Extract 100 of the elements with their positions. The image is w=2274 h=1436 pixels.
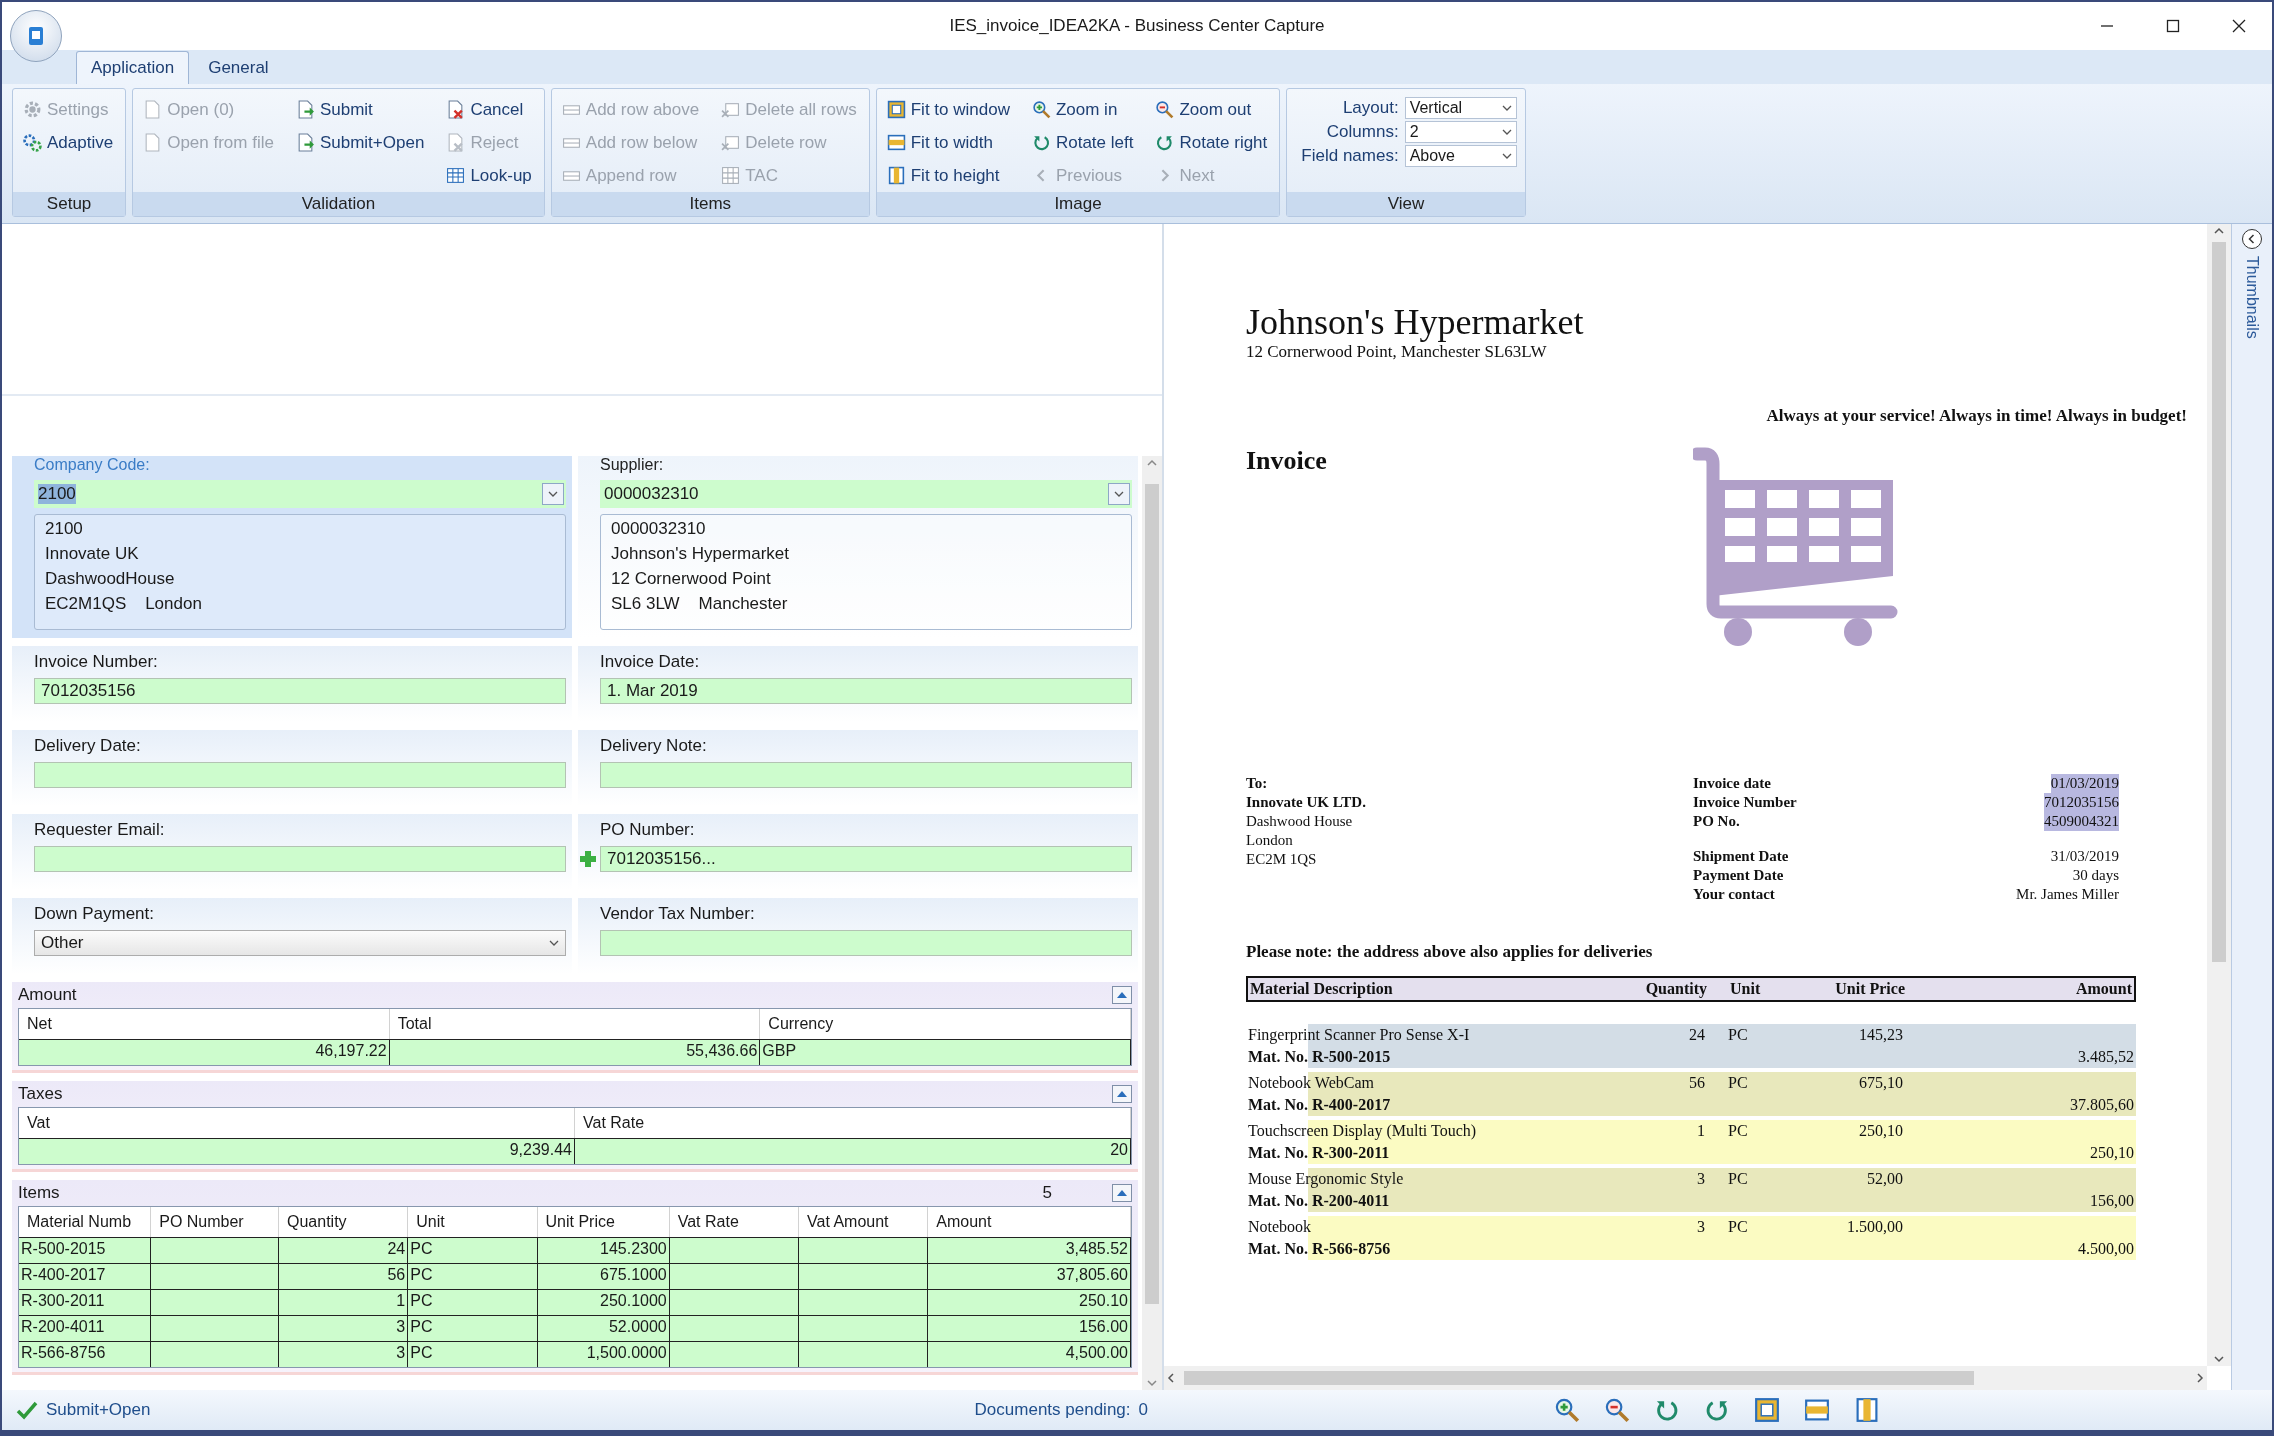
table-cell[interactable] [799,1315,929,1341]
ribbon-tab[interactable]: Application [76,51,190,84]
chevron-left-icon[interactable] [2241,228,2263,250]
ribbon-tab[interactable]: General [193,51,284,84]
ribbon-button[interactable]: Zoom in [1029,93,1136,126]
table-cell[interactable]: PC [408,1263,538,1289]
table-cell[interactable] [151,1341,279,1367]
dropdown[interactable]: Vertical [1404,97,1517,119]
table-cell[interactable] [669,1315,799,1341]
ribbon-button[interactable]: Zoom out [1153,93,1270,126]
section-title: Amount [18,985,78,1005]
address-line: 2100 [45,519,84,539]
scrollbar-thumb[interactable] [1145,484,1159,1304]
gears-icon [23,133,42,152]
table-cell[interactable]: 675.1000 [537,1263,670,1289]
item-unit: PC [1728,1073,1749,1093]
table-cell[interactable]: 55,436.66 [389,1039,761,1065]
dropdown[interactable]: 2 [1404,121,1517,143]
material-number: Mat. No. R-200-4011 [1248,1191,1391,1211]
scrollbar-thumb[interactable] [2212,242,2226,962]
input-field[interactable]: 7012035156... [600,846,1132,872]
thumbnails-tab[interactable]: Thumbnails [2243,256,2261,339]
table-cell[interactable]: 145.2300 [537,1237,670,1263]
dropdown[interactable]: Other [34,930,566,956]
table-cell[interactable]: 1 [279,1289,409,1315]
scrollbar-thumb[interactable] [1184,1371,1974,1385]
combo-field[interactable]: 0000032310 [600,480,1132,508]
table-cell[interactable] [669,1263,799,1289]
table-cell[interactable] [799,1341,929,1367]
collapse-button[interactable] [1112,1085,1132,1103]
table-cell[interactable]: 24 [279,1237,409,1263]
table-cell[interactable] [799,1237,929,1263]
field-label: Vendor Tax Number: [600,904,756,924]
table-cell[interactable] [669,1237,799,1263]
table-cell[interactable]: 250.1000 [537,1289,670,1315]
ribbon-button[interactable]: Adaptive [21,126,116,159]
item-quantity: 24 [1688,1025,1705,1045]
ribbon-button[interactable]: Rotate left [1029,126,1136,159]
ribbon-button[interactable]: Submit+Open [293,126,427,159]
table-cell[interactable]: PC [408,1289,538,1315]
table-cell[interactable] [669,1289,799,1315]
table-cell[interactable]: 156.00 [928,1315,1131,1341]
table-cell[interactable]: 37,805.60 [928,1263,1131,1289]
table-cell[interactable]: 3,485.52 [928,1237,1131,1263]
table-cell[interactable]: 4,500.00 [928,1341,1131,1367]
ribbon-button[interactable]: Submit [293,93,427,126]
dropdown[interactable]: Above [1404,145,1517,167]
toolbar-button[interactable] [1604,1397,1630,1423]
input-field[interactable]: 7012035156 [34,678,566,704]
table-cell[interactable]: R-400-2017 [19,1263,152,1289]
ribbon-button[interactable]: Rotate right [1153,126,1270,159]
table-cell[interactable] [151,1263,279,1289]
ribbon-button[interactable]: Cancel [444,93,534,126]
input-field[interactable] [34,846,566,872]
ribbon-button[interactable]: Fit to width [884,126,1012,159]
table-cell[interactable] [151,1315,279,1341]
application-menu-button[interactable] [10,10,62,62]
table-cell[interactable] [799,1289,929,1315]
table-cell[interactable]: PC [408,1315,538,1341]
table-cell[interactable]: 9,239.44 [19,1138,575,1164]
table-cell[interactable] [151,1289,279,1315]
table-cell[interactable]: R-300-2011 [19,1289,152,1315]
toolbar-button[interactable] [1854,1397,1880,1423]
plus-icon[interactable] [578,849,598,869]
table-cell[interactable]: 3 [279,1341,409,1367]
ribbon-button[interactable]: Look-up [444,159,534,192]
table-cell[interactable] [799,1263,929,1289]
collapse-button[interactable] [1112,986,1132,1004]
ribbon-button[interactable]: Fit to height [884,159,1012,192]
input-field[interactable] [600,930,1132,956]
table-cell[interactable]: PC [408,1237,538,1263]
table-cell[interactable]: 46,197.22 [19,1039,390,1065]
table-cell[interactable]: 20 [575,1138,1131,1164]
table-cell[interactable] [669,1341,799,1367]
toolbar-button[interactable] [1554,1397,1580,1423]
meta-label: Invoice date [1693,774,1771,793]
input-field[interactable] [600,762,1132,788]
address-line: DashwoodHouse [45,569,176,589]
table-cell[interactable]: R-200-4011 [19,1315,152,1341]
ribbon-button[interactable]: Fit to window [884,93,1012,126]
toolbar-button[interactable] [1754,1397,1780,1423]
table-cell[interactable]: 3 [279,1315,409,1341]
meta-value: 31/03/2019 [2050,847,2119,866]
input-field[interactable] [34,762,566,788]
item-unit: PC [1728,1121,1749,1141]
item-quantity: 1 [1696,1121,1705,1141]
table-cell[interactable]: 1,500.0000 [537,1341,670,1367]
table-cell[interactable]: R-566-8756 [19,1341,152,1367]
collapse-button[interactable] [1112,1184,1132,1202]
table-cell[interactable]: 250.10 [928,1289,1131,1315]
table-cell[interactable]: 56 [279,1263,409,1289]
table-cell[interactable]: R-500-2015 [19,1237,152,1263]
address-line: Johnson's Hypermarket [611,544,791,564]
table-cell[interactable]: 52.0000 [537,1315,670,1341]
combo-field[interactable]: 2100 [34,480,566,508]
table-cell[interactable]: GBP [760,1039,1131,1065]
input-field[interactable]: 1. Mar 2019 [600,678,1132,704]
table-cell[interactable] [151,1237,279,1263]
toolbar-button[interactable] [1804,1397,1830,1423]
table-cell[interactable]: PC [408,1341,538,1367]
